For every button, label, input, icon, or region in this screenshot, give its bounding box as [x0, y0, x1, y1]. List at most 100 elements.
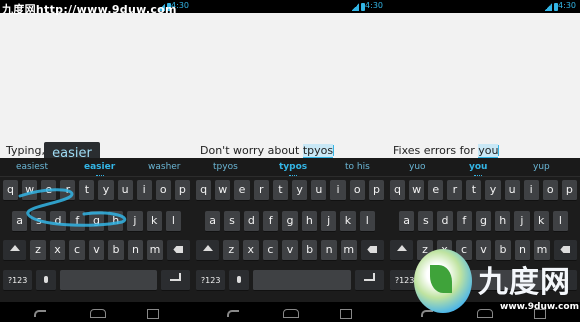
key-b[interactable]: b [301, 240, 318, 261]
key-d[interactable]: d [243, 211, 259, 232]
text-input-area[interactable]: Don't worry about tpyos [193, 13, 387, 158]
key-d[interactable]: d [50, 211, 66, 232]
symbols-key[interactable]: ?123 [3, 270, 33, 291]
key-f[interactable]: f [262, 211, 279, 232]
shift-key[interactable] [390, 240, 414, 261]
key-j[interactable]: j [320, 211, 337, 232]
key-h[interactable]: h [301, 211, 317, 232]
key-v[interactable]: v [282, 240, 298, 261]
key-f[interactable]: f [456, 211, 472, 232]
text-input-area[interactable]: Typing, jus easier [0, 13, 193, 166]
key-w[interactable]: w [215, 180, 231, 201]
key-d[interactable]: d [437, 211, 453, 232]
space-key[interactable] [252, 270, 351, 291]
home-icon[interactable] [90, 309, 106, 318]
key-a[interactable]: a [12, 211, 28, 232]
key-q[interactable]: q [196, 180, 212, 201]
key-r[interactable]: r [447, 180, 463, 201]
back-icon[interactable] [227, 310, 239, 317]
enter-key[interactable] [160, 270, 190, 291]
key-x[interactable]: x [49, 240, 66, 261]
key-h[interactable]: h [495, 211, 511, 232]
key-s[interactable]: s [224, 211, 240, 232]
key-u[interactable]: u [504, 180, 520, 201]
key-h[interactable]: h [108, 211, 124, 232]
key-r[interactable]: r [60, 180, 76, 201]
key-c[interactable]: c [262, 240, 279, 261]
key-p[interactable]: p [174, 180, 190, 201]
key-y[interactable]: y [292, 180, 308, 201]
key-o[interactable]: o [155, 180, 171, 201]
key-p[interactable]: p [368, 180, 385, 201]
key-g[interactable]: g [282, 211, 298, 232]
key-s[interactable]: s [418, 211, 434, 232]
symbols-key[interactable]: ?123 [196, 270, 226, 291]
suggestion-item[interactable]: washer [148, 162, 181, 172]
back-icon[interactable] [34, 310, 46, 317]
key-x[interactable]: x [243, 240, 259, 261]
mic-key[interactable] [229, 270, 249, 291]
key-y[interactable]: y [485, 180, 501, 201]
suggestion-item[interactable]: easiest [16, 162, 48, 172]
key-t[interactable]: t [272, 180, 289, 201]
key-t[interactable]: t [79, 180, 95, 201]
key-k[interactable]: k [340, 211, 356, 232]
home-icon[interactable] [283, 309, 299, 318]
key-c[interactable]: c [69, 240, 85, 261]
key-o[interactable]: o [349, 180, 365, 201]
key-z[interactable]: z [30, 240, 46, 261]
key-i[interactable]: i [136, 180, 152, 201]
key-n[interactable]: n [127, 240, 144, 261]
suggestion-item[interactable]: yup [533, 162, 550, 172]
suggestion-item[interactable]: to his [345, 162, 370, 172]
key-u[interactable]: u [311, 180, 327, 201]
key-l[interactable]: l [359, 211, 375, 232]
key-p[interactable]: p [561, 180, 577, 201]
suggestion-item[interactable]: easier [84, 162, 115, 176]
key-m[interactable]: m [340, 240, 357, 261]
key-b[interactable]: b [108, 240, 124, 261]
suggestion-item[interactable]: typos [279, 162, 307, 176]
text-input-area[interactable]: Fixes errors for you [387, 13, 580, 158]
key-i[interactable]: i [330, 180, 346, 201]
suggestion-item[interactable]: tpyos [213, 162, 238, 172]
delete-key[interactable] [360, 240, 384, 261]
key-k[interactable]: k [146, 211, 162, 232]
key-e[interactable]: e [234, 180, 250, 201]
space-key[interactable] [59, 270, 157, 291]
key-q[interactable]: q [3, 180, 19, 201]
key-l[interactable]: l [165, 211, 181, 232]
recent-apps-icon[interactable] [147, 309, 159, 319]
key-z[interactable]: z [223, 240, 239, 261]
key-t[interactable]: t [466, 180, 482, 201]
key-f[interactable]: f [69, 211, 85, 232]
key-m[interactable]: m [147, 240, 163, 261]
shift-key[interactable] [196, 240, 220, 261]
key-u[interactable]: u [117, 180, 133, 201]
key-j[interactable]: j [127, 211, 143, 232]
shift-key[interactable] [3, 240, 27, 261]
mic-key[interactable] [36, 270, 56, 291]
key-a[interactable]: a [205, 211, 221, 232]
key-n[interactable]: n [321, 240, 337, 261]
key-g[interactable]: g [88, 211, 105, 232]
key-q[interactable]: q [390, 180, 406, 201]
key-w[interactable]: w [22, 180, 38, 201]
key-j[interactable]: j [514, 211, 530, 232]
key-k[interactable]: k [533, 211, 549, 232]
key-e[interactable]: e [41, 180, 57, 201]
key-g[interactable]: g [475, 211, 492, 232]
key-e[interactable]: e [428, 180, 444, 201]
key-w[interactable]: w [409, 180, 425, 201]
recent-apps-icon[interactable] [340, 309, 352, 319]
key-s[interactable]: s [31, 211, 47, 232]
key-a[interactable]: a [399, 211, 415, 232]
key-i[interactable]: i [523, 180, 539, 201]
key-y[interactable]: y [98, 180, 114, 201]
key-l[interactable]: l [552, 211, 568, 232]
key-r[interactable]: r [253, 180, 269, 201]
suggestion-item[interactable]: you [469, 162, 487, 176]
suggestion-item[interactable]: yuo [409, 162, 426, 172]
key-v[interactable]: v [88, 240, 105, 261]
key-o[interactable]: o [542, 180, 558, 201]
